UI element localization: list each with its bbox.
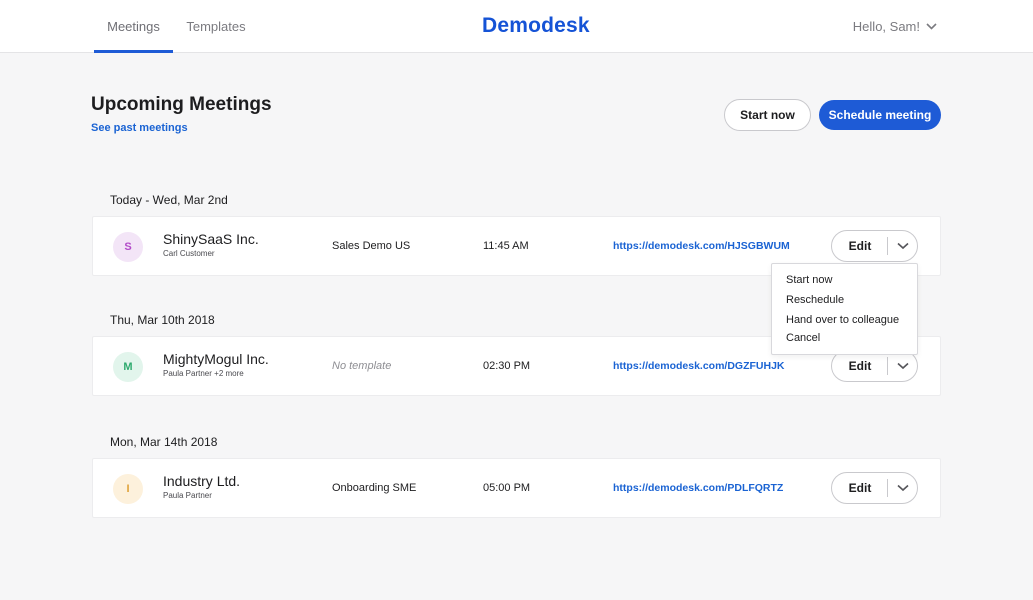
meeting-time: 05:00 PM: [483, 482, 531, 494]
meeting-time: 02:30 PM: [483, 360, 531, 372]
menu-item-start-now[interactable]: Start now: [786, 274, 832, 286]
company-name: MightyMogul Inc.: [163, 351, 269, 367]
top-nav: Meetings Templates Demodesk Hello, Sam!: [0, 0, 1033, 53]
edit-options-toggle[interactable]: [888, 231, 918, 261]
edit-button[interactable]: Edit: [832, 473, 888, 503]
meeting-link[interactable]: https://demodesk.com/PDLFQRTZ: [613, 482, 783, 494]
meeting-card: I Industry Ltd. Paula Partner Onboarding…: [92, 458, 941, 518]
edit-options-toggle[interactable]: [888, 473, 918, 503]
company-name: Industry Ltd.: [163, 473, 241, 489]
menu-item-hand-over[interactable]: Hand over to colleague: [786, 314, 899, 326]
edit-split-button: Edit: [831, 472, 918, 504]
contact-name: Carl Customer: [163, 249, 215, 258]
tab-templates[interactable]: Templates: [177, 0, 255, 53]
meeting-time: 11:45 AM: [483, 240, 529, 252]
date-header: Today - Wed, Mar 2nd: [110, 193, 228, 207]
demodesk-logo[interactable]: Demodesk: [482, 14, 590, 38]
avatar: M: [113, 352, 143, 382]
company-name: ShinySaaS Inc.: [163, 231, 259, 247]
chevron-down-icon: [897, 242, 909, 250]
see-past-meetings-link[interactable]: See past meetings: [91, 122, 188, 134]
user-greeting: Hello, Sam!: [852, 19, 920, 34]
meeting-template: Onboarding SME: [332, 482, 417, 494]
avatar: I: [113, 474, 143, 504]
contact-name: Paula Partner: [163, 491, 212, 500]
date-header: Thu, Mar 10th 2018: [110, 313, 215, 327]
edit-button[interactable]: Edit: [832, 351, 888, 381]
menu-item-cancel[interactable]: Cancel: [786, 332, 820, 344]
schedule-meeting-button[interactable]: Schedule meeting: [819, 100, 941, 130]
meeting-template: No template: [332, 360, 392, 372]
page-title: Upcoming Meetings: [91, 94, 272, 115]
date-header: Mon, Mar 14th 2018: [110, 435, 218, 449]
active-tab-indicator: [94, 50, 173, 53]
start-now-button[interactable]: Start now: [724, 99, 811, 131]
edit-button[interactable]: Edit: [832, 231, 888, 261]
edit-options-toggle[interactable]: [888, 351, 918, 381]
contact-name: Paula Partner +2 more: [163, 369, 244, 378]
meeting-link[interactable]: https://demodesk.com/HJSGBWUM: [613, 240, 790, 252]
meeting-options-menu: Start now Reschedule Hand over to collea…: [771, 263, 918, 355]
chevron-down-icon: [897, 362, 909, 370]
meeting-template: Sales Demo US: [332, 240, 411, 252]
chevron-down-icon: [926, 23, 937, 30]
tab-meetings[interactable]: Meetings: [94, 0, 173, 53]
menu-item-reschedule[interactable]: Reschedule: [786, 294, 844, 306]
edit-split-button: Edit: [831, 230, 918, 262]
user-menu[interactable]: Hello, Sam!: [853, 0, 937, 53]
avatar: S: [113, 232, 143, 262]
chevron-down-icon: [897, 484, 909, 492]
meeting-link[interactable]: https://demodesk.com/DGZFUHJK: [613, 360, 785, 372]
